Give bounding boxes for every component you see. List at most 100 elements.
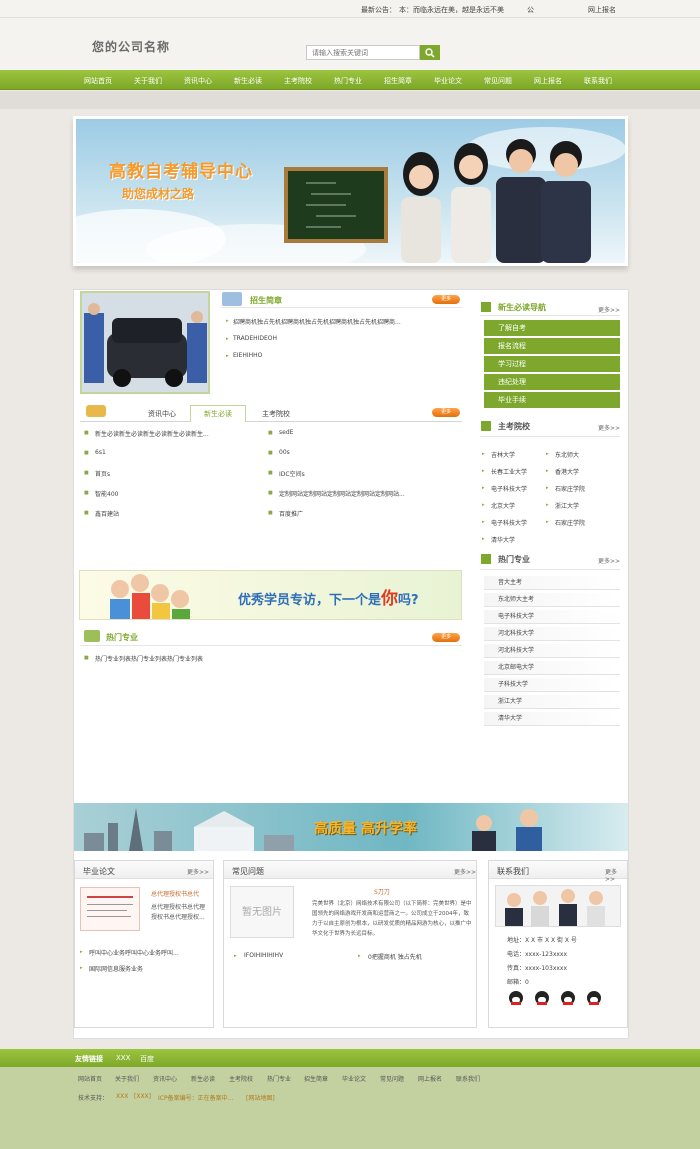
major-item[interactable]: 东北师大主考 xyxy=(484,593,620,607)
major-item[interactable]: 电子科技大学 xyxy=(484,610,620,624)
faq-item[interactable]: IFOIHIHIHIHV xyxy=(244,952,283,959)
footer-nav-link[interactable]: 主考院校 xyxy=(229,1074,253,1083)
major-item[interactable]: 河北科技大学 xyxy=(484,644,620,658)
admission-photo[interactable] xyxy=(80,291,210,394)
bullet-icon: ▸ xyxy=(546,468,549,474)
nav-freshman[interactable]: 新生必读 xyxy=(234,76,262,86)
footer-nav-link[interactable]: 招生简章 xyxy=(304,1074,328,1083)
nav-faq[interactable]: 常见问题 xyxy=(484,76,512,86)
faq-heading[interactable]: S刀刀 xyxy=(374,887,390,896)
footer-support-link[interactable]: XXX xyxy=(116,1093,128,1100)
footer-sitemap-link[interactable]: [网站地图] xyxy=(246,1093,275,1102)
footer-support-link[interactable]: [XXX] xyxy=(134,1093,151,1100)
hot-major-more-button[interactable]: 更多 xyxy=(432,633,460,642)
footer-nav-link[interactable]: 关于我们 xyxy=(115,1074,139,1083)
thesis-featured[interactable]: 总代理授权书总代 xyxy=(151,889,199,898)
tab-list-item[interactable]: 智能400 xyxy=(95,489,118,498)
freshman-nav-more[interactable]: 更多>> xyxy=(598,305,620,314)
footer-nav-link[interactable]: 资讯中心 xyxy=(153,1074,177,1083)
tab-list-item[interactable]: 6s1 xyxy=(95,449,106,456)
tab-schools[interactable]: 主考院校 xyxy=(262,409,290,419)
hot-major-item[interactable]: 热门专业列表热门专业列表热门专业列表 xyxy=(95,654,203,663)
qq-icon[interactable] xyxy=(587,991,601,1005)
faq-item[interactable]: 0把握商机 独占先机 xyxy=(368,952,422,961)
friend-link[interactable]: XXX xyxy=(116,1054,130,1062)
thesis-item[interactable]: 呼叫中心业务呼叫中心业务呼叫... xyxy=(89,948,209,957)
tabs-more-button[interactable]: 更多 xyxy=(432,408,460,417)
tab-list-item[interactable]: 首页s xyxy=(95,469,110,478)
tab-list-item[interactable]: 00s xyxy=(279,449,290,456)
faq-more[interactable]: 更多>> xyxy=(454,867,476,876)
school-item[interactable]: 石家庄学院 xyxy=(555,518,585,527)
nav-about[interactable]: 关于我们 xyxy=(134,76,162,86)
site-logo[interactable]: 您的公司名称 xyxy=(92,38,170,55)
bottom-banner-text: 高质量 高升学率 xyxy=(314,821,417,837)
tab-freshman[interactable]: 新生必读 xyxy=(190,405,246,422)
tab-news[interactable]: 资讯中心 xyxy=(148,409,176,419)
search-button[interactable] xyxy=(420,45,440,60)
admission-more-button[interactable]: 更多 xyxy=(432,295,460,304)
nav-apply[interactable]: 网上报名 xyxy=(534,76,562,86)
school-item[interactable]: 长春工业大学 xyxy=(491,467,527,476)
schools-more[interactable]: 更多>> xyxy=(598,423,620,432)
major-item[interactable]: 浙江大学 xyxy=(484,695,620,709)
school-item[interactable]: 清华大学 xyxy=(491,535,515,544)
top-online-apply-link[interactable]: 网上报名 xyxy=(588,5,616,15)
school-item[interactable]: 石家庄学院 xyxy=(555,484,585,493)
footer-nav-link[interactable]: 常见问题 xyxy=(380,1074,404,1083)
freshman-nav-item[interactable]: 违纪处理 xyxy=(484,374,620,390)
majors-more[interactable]: 更多>> xyxy=(598,556,620,565)
tab-list-item[interactable]: 新生必读新生必读新生必读新生必读新生... xyxy=(95,429,240,438)
major-item[interactable]: 河北科技大学 xyxy=(484,627,620,641)
freshman-nav-item[interactable]: 毕业手续 xyxy=(484,392,620,408)
admission-item[interactable]: EIEHIHHO xyxy=(233,352,262,359)
search-input[interactable] xyxy=(306,45,420,60)
nav-news[interactable]: 资讯中心 xyxy=(184,76,212,86)
banner-subtitle: 助您成材之路 xyxy=(122,187,195,201)
thesis-certificate-image[interactable] xyxy=(80,887,140,931)
footer-nav-link[interactable]: 网站首页 xyxy=(78,1074,102,1083)
school-item[interactable]: 香港大学 xyxy=(555,467,579,476)
thesis-more[interactable]: 更多>> xyxy=(187,867,209,876)
school-item[interactable]: 电子科技大学 xyxy=(491,484,527,493)
school-item[interactable]: 北京大学 xyxy=(491,501,515,510)
major-item[interactable]: 子科技大学 xyxy=(484,678,620,692)
school-item[interactable]: 浙江大学 xyxy=(555,501,579,510)
contact-more[interactable]: 更多>> xyxy=(605,867,627,883)
qq-icon[interactable] xyxy=(561,991,575,1005)
footer-nav-link[interactable]: 网上报名 xyxy=(418,1074,442,1083)
freshman-nav-item[interactable]: 了解自考 xyxy=(484,320,620,336)
friend-link[interactable]: 百度 xyxy=(140,1054,154,1064)
tab-list-item[interactable]: 百度推广 xyxy=(279,509,303,518)
nav-contact[interactable]: 联系我们 xyxy=(584,76,612,86)
footer-nav-link[interactable]: 联系我们 xyxy=(456,1074,480,1083)
footer-nav-link[interactable]: 热门专业 xyxy=(267,1074,291,1083)
tab-list-item[interactable]: 鑫百建站 xyxy=(95,509,119,518)
footer-nav-link[interactable]: 毕业论文 xyxy=(342,1074,366,1083)
major-item[interactable]: 音大主考 xyxy=(484,576,620,590)
freshman-nav-item[interactable]: 报名流程 xyxy=(484,338,620,354)
student-interview-banner[interactable]: 优秀学员专访，下一个是你吗? xyxy=(79,570,462,620)
admission-item[interactable]: TRADEHIDEOH xyxy=(233,335,277,342)
admission-item[interactable]: 招聘商机独占先机招聘商机独占先机招聘商机独占先机招聘商... xyxy=(233,317,433,326)
notice-text[interactable]: 本：而临永远在美，越是永远不美 xyxy=(399,5,504,15)
tab-list-item[interactable]: IDC空间s xyxy=(279,469,305,478)
nav-majors[interactable]: 热门专业 xyxy=(334,76,362,86)
nav-home[interactable]: 网站首页 xyxy=(84,76,112,86)
school-item[interactable]: 电子科技大学 xyxy=(491,518,527,527)
thesis-item[interactable]: 国际网信息服务业务 xyxy=(89,964,143,973)
tab-list-item[interactable]: sedE xyxy=(279,429,293,436)
nav-schools[interactable]: 主考院校 xyxy=(284,76,312,86)
school-item[interactable]: 吉林大学 xyxy=(491,450,515,459)
major-item[interactable]: 清华大学 xyxy=(484,712,620,726)
tab-list-item[interactable]: 定制网站定制网站定制网站定制网站定制网站... xyxy=(279,489,424,498)
major-item[interactable]: 北京邮电大学 xyxy=(484,661,620,675)
freshman-nav-item[interactable]: 学习过程 xyxy=(484,356,620,372)
footer-nav-link[interactable]: 新生必读 xyxy=(191,1074,215,1083)
school-item[interactable]: 东北师大 xyxy=(555,450,579,459)
nav-thesis[interactable]: 毕业论文 xyxy=(434,76,462,86)
faq-desc: 完美世界（北京）网络技术有限公司（以下简称：完美世界）是中国领先的网络游戏开发商… xyxy=(312,901,472,937)
qq-icon[interactable] xyxy=(509,991,523,1005)
nav-admission[interactable]: 招生简章 xyxy=(384,76,412,86)
qq-icon[interactable] xyxy=(535,991,549,1005)
